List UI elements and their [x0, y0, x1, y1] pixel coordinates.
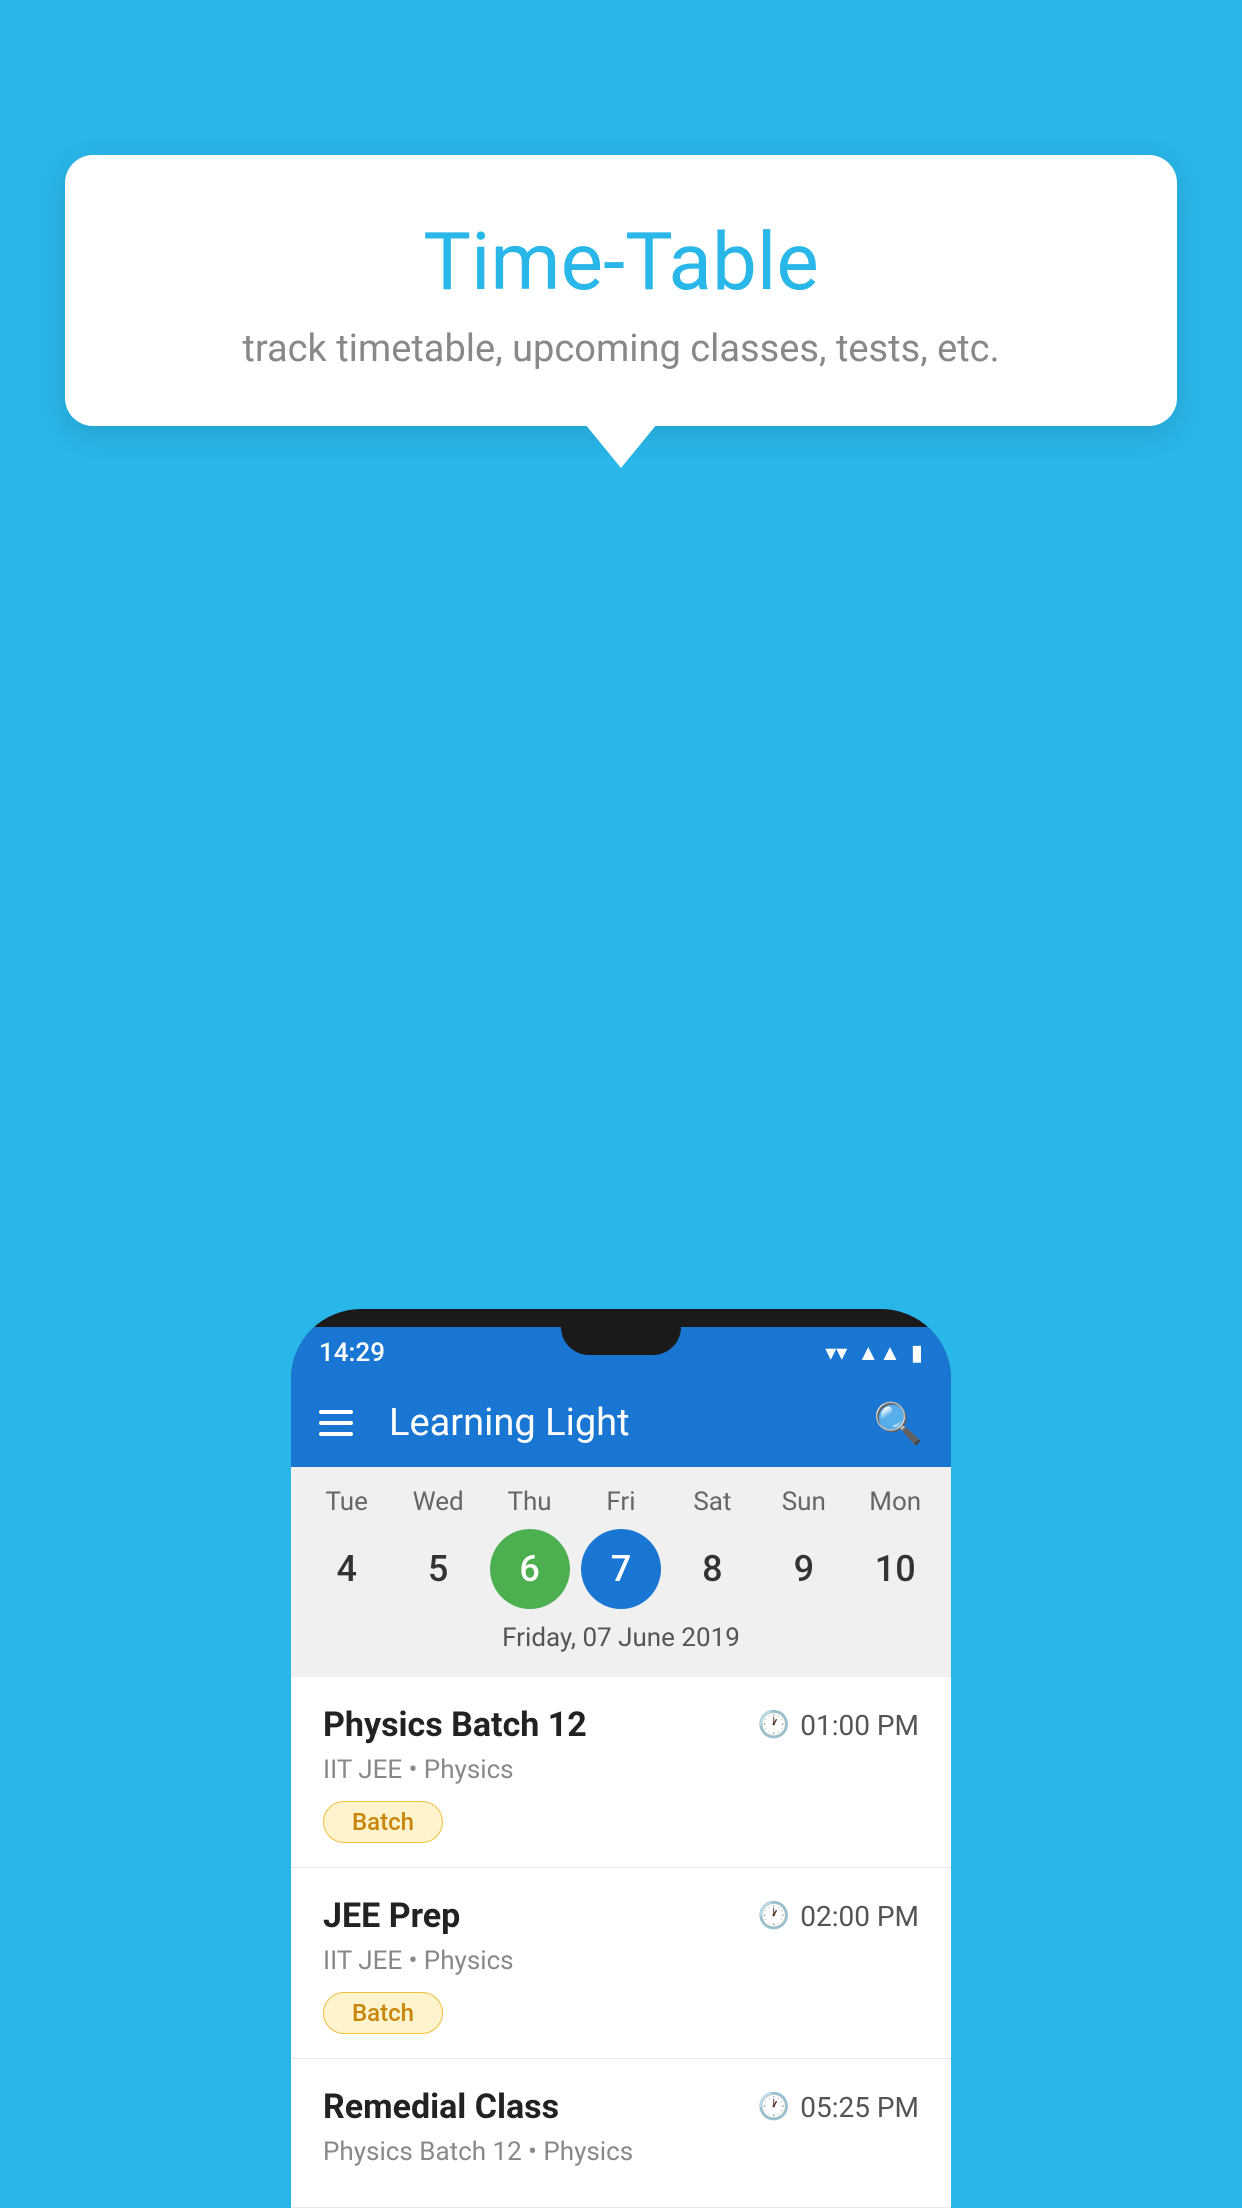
day-headers: Tue Wed Thu Fri Sat Sun Mon	[291, 1487, 951, 1517]
clock-icon-1: 🕐	[758, 1710, 790, 1740]
schedule-meta-1: IIT JEE • Physics	[323, 1755, 919, 1785]
schedule-item-2[interactable]: JEE Prep 🕐 02:00 PM IIT JEE • Physics Ba…	[291, 1868, 951, 2059]
signal-icon: ▲▲	[857, 1340, 901, 1366]
schedule-title-3: Remedial Class	[323, 2087, 559, 2127]
schedule-item-1[interactable]: Physics Batch 12 🕐 01:00 PM IIT JEE • Ph…	[291, 1677, 951, 1868]
schedule-item-3[interactable]: Remedial Class 🕐 05:25 PM Physics Batch …	[291, 2059, 951, 2208]
schedule-time-value-2: 02:00 PM	[800, 1900, 919, 1933]
schedule-item-2-header: JEE Prep 🕐 02:00 PM	[323, 1896, 919, 1936]
schedule-title-1: Physics Batch 12	[323, 1705, 587, 1745]
selected-date-label: Friday, 07 June 2019	[291, 1623, 951, 1667]
battery-icon: ▮	[911, 1341, 923, 1366]
calendar-week: Tue Wed Thu Fri Sat Sun Mon 4 5 6 7 8 9 …	[291, 1467, 951, 1677]
schedule-time-2: 🕐 02:00 PM	[758, 1900, 919, 1933]
day-header-thu: Thu	[490, 1487, 570, 1517]
day-header-mon: Mon	[855, 1487, 935, 1517]
batch-tag-2: Batch	[323, 1992, 443, 2034]
day-numbers: 4 5 6 7 8 9 10	[291, 1529, 951, 1609]
day-header-tue: Tue	[307, 1487, 387, 1517]
schedule-title-2: JEE Prep	[323, 1896, 460, 1936]
app-bar: Learning Light 🔍	[291, 1379, 951, 1467]
day-6-today[interactable]: 6	[490, 1529, 570, 1609]
day-5[interactable]: 5	[398, 1529, 478, 1609]
day-9[interactable]: 9	[764, 1529, 844, 1609]
menu-button[interactable]	[319, 1410, 353, 1436]
clock-icon-2: 🕐	[758, 1901, 790, 1931]
day-10[interactable]: 10	[855, 1529, 935, 1609]
schedule-item-3-header: Remedial Class 🕐 05:25 PM	[323, 2087, 919, 2127]
schedule-meta-3: Physics Batch 12 • Physics	[323, 2137, 919, 2167]
day-header-sat: Sat	[672, 1487, 752, 1517]
day-8[interactable]: 8	[672, 1529, 752, 1609]
tooltip-title: Time-Table	[135, 215, 1107, 309]
status-icons: ▾▾ ▲▲ ▮	[825, 1340, 923, 1366]
schedule-meta-2: IIT JEE • Physics	[323, 1946, 919, 1976]
app-title: Learning Light	[389, 1401, 849, 1445]
phone-frame: 14:29 ▾▾ ▲▲ ▮ Learning Light 🔍 Tue Wed T…	[291, 1309, 951, 2208]
clock-icon-3: 🕐	[758, 2092, 790, 2122]
day-header-sun: Sun	[764, 1487, 844, 1517]
day-7-selected[interactable]: 7	[581, 1529, 661, 1609]
schedule-list: Physics Batch 12 🕐 01:00 PM IIT JEE • Ph…	[291, 1677, 951, 2208]
day-4[interactable]: 4	[307, 1529, 387, 1609]
batch-tag-1: Batch	[323, 1801, 443, 1843]
status-time: 14:29	[319, 1338, 385, 1368]
schedule-time-1: 🕐 01:00 PM	[758, 1709, 919, 1742]
wifi-icon: ▾▾	[825, 1341, 847, 1366]
day-header-fri: Fri	[581, 1487, 661, 1517]
tooltip-card: Time-Table track timetable, upcoming cla…	[65, 155, 1177, 426]
notch	[561, 1327, 681, 1355]
status-bar: 14:29 ▾▾ ▲▲ ▮	[291, 1327, 951, 1379]
search-icon[interactable]: 🔍	[873, 1400, 923, 1447]
schedule-time-3: 🕐 05:25 PM	[758, 2091, 919, 2124]
day-header-wed: Wed	[398, 1487, 478, 1517]
phone-screen: Tue Wed Thu Fri Sat Sun Mon 4 5 6 7 8 9 …	[291, 1467, 951, 2208]
schedule-time-value-1: 01:00 PM	[800, 1709, 919, 1742]
tooltip-subtitle: track timetable, upcoming classes, tests…	[135, 327, 1107, 371]
schedule-item-1-header: Physics Batch 12 🕐 01:00 PM	[323, 1705, 919, 1745]
schedule-time-value-3: 05:25 PM	[800, 2091, 919, 2124]
